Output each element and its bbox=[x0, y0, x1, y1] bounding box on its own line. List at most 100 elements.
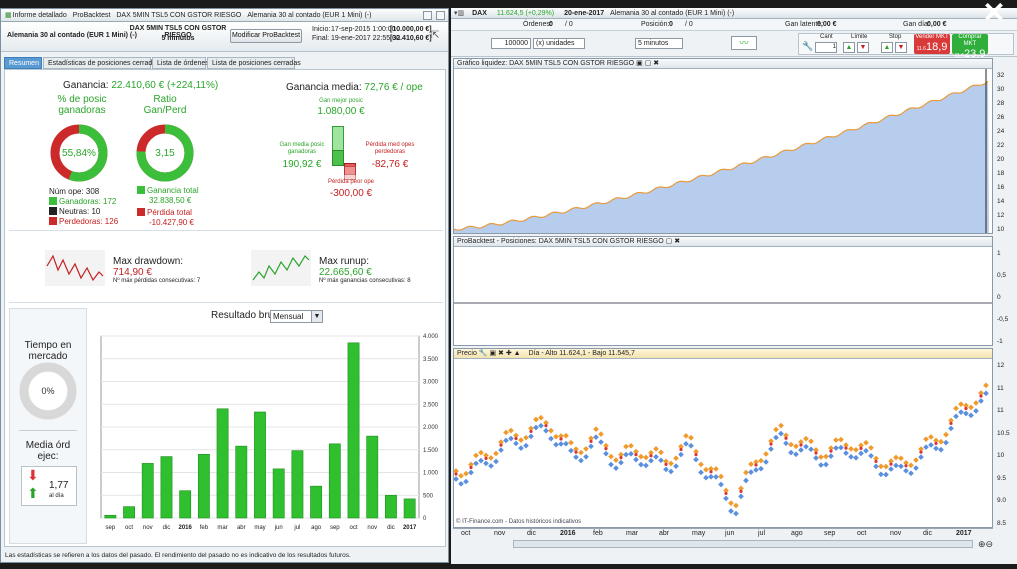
price-low-mark bbox=[673, 463, 679, 470]
strategy-timeframe: 5 minutos bbox=[161, 35, 195, 42]
modify-probacktest-button[interactable]: Modificar ProBacktest bbox=[230, 29, 302, 43]
close-icon[interactable]: ✕ bbox=[981, 0, 1007, 27]
equity-panel-tools-icon[interactable]: ▣ ▢ ✖ bbox=[636, 60, 659, 67]
wrench-icon[interactable]: 🔧 bbox=[802, 41, 813, 52]
price-high-mark bbox=[563, 432, 569, 439]
price-low-mark bbox=[873, 463, 879, 470]
best-label: Gan mejor posic bbox=[319, 98, 363, 104]
ratio-label: Ratio Gan/Perd bbox=[143, 94, 187, 116]
y-axis-label: 26 bbox=[997, 114, 1005, 121]
price-low-mark bbox=[548, 435, 554, 442]
sell-market-button[interactable]: Vender MKT 11.618,9 bbox=[914, 34, 950, 54]
bar bbox=[179, 490, 192, 519]
price-low-mark bbox=[778, 430, 784, 437]
price-low-mark bbox=[798, 447, 804, 453]
y-axis-label: 16 bbox=[997, 184, 1005, 191]
title-item-report[interactable]: Informe detallado bbox=[13, 12, 67, 19]
zoom-icons[interactable]: ⊕⊖ bbox=[978, 539, 993, 550]
price-high-mark bbox=[773, 426, 779, 433]
time-tick-label: feb bbox=[593, 530, 603, 537]
price-low-mark bbox=[793, 451, 799, 458]
period-select[interactable]: Mensual ▼ bbox=[270, 310, 323, 323]
horizontal-scrollbar[interactable] bbox=[513, 540, 973, 548]
price-low-mark bbox=[838, 444, 844, 451]
x-tick-label: nov bbox=[143, 525, 153, 531]
price-low-mark bbox=[753, 467, 759, 473]
price-close-mark bbox=[949, 421, 953, 425]
stop-sell-icon[interactable]: ▼ bbox=[895, 42, 907, 53]
time-market-value: 0% bbox=[41, 386, 54, 396]
positions-panel-tools-icon[interactable]: ▢ ✖ bbox=[666, 238, 680, 245]
stop-label: Stop bbox=[889, 34, 902, 40]
price-y-axis: 12 11 11 10.5 10 9.5 9.0 8.5 bbox=[994, 358, 1016, 528]
price-high-mark bbox=[478, 449, 484, 456]
price-panel-tools-icon[interactable]: 🔧 ▣ ✖ ✚ ▲ bbox=[479, 350, 521, 357]
price-panel-info: Día - Alto 11.624,1 - Bajo 11.545,7 bbox=[528, 350, 635, 357]
limit-buy-icon[interactable]: ▲ bbox=[843, 42, 855, 53]
price-low-mark bbox=[853, 454, 859, 461]
price-close-mark bbox=[589, 439, 593, 443]
price-low-mark bbox=[723, 495, 729, 502]
quantity-input[interactable]: 100000 bbox=[491, 38, 531, 49]
price-high-mark bbox=[593, 426, 599, 432]
price-low-mark bbox=[633, 456, 639, 463]
price-low-mark bbox=[473, 460, 479, 467]
tab-closed-stats[interactable]: Estadísticas de posiciones cerradas bbox=[43, 57, 160, 69]
tab-summary[interactable]: Resumen bbox=[4, 57, 42, 69]
buy-market-button[interactable]: Comprar MKT 11.623,9 bbox=[952, 34, 988, 60]
price-low-mark bbox=[533, 424, 539, 431]
stop-buy-icon[interactable]: ▲ bbox=[881, 42, 893, 53]
tab-orders[interactable]: Lista de órdenes bbox=[152, 57, 209, 69]
price-high-mark bbox=[713, 466, 719, 472]
winning-pct-label: % de posic ganadoras bbox=[57, 94, 107, 116]
units-select[interactable]: (x) unidades bbox=[533, 38, 585, 49]
price-low-mark bbox=[618, 459, 624, 466]
chart-menu-icon[interactable]: ▾▥ bbox=[454, 10, 464, 17]
gain-summary: Ganancia: 22.410,60 € (+224,11%) bbox=[63, 80, 218, 91]
export-icon[interactable]: ⇱ bbox=[431, 30, 439, 41]
neutral-row: Neutras: 10 bbox=[49, 207, 118, 217]
y-tick-label: 3.000 bbox=[423, 380, 439, 386]
price-low-mark bbox=[513, 440, 519, 447]
winning-pct-donut: 55,84% bbox=[50, 124, 108, 182]
chart-type-icon[interactable]: 〰 bbox=[731, 36, 757, 50]
bar bbox=[328, 443, 341, 519]
max-losses: Nº máx pérdidas consecutivas: 7 bbox=[113, 278, 201, 284]
price-high-mark bbox=[853, 446, 859, 453]
title-item-probacktest[interactable]: ProBacktest bbox=[73, 12, 111, 19]
title-item-strategy[interactable]: DAX 5MIN TSL5 CON GSTOR RIESGO bbox=[116, 12, 241, 19]
price-low-mark bbox=[863, 447, 869, 454]
price-low-mark bbox=[588, 443, 594, 450]
limit-sell-icon[interactable]: ▼ bbox=[857, 42, 869, 53]
price-low-mark bbox=[593, 434, 599, 440]
price-close-mark bbox=[454, 472, 458, 476]
price-low-mark bbox=[833, 445, 839, 451]
price-close-mark bbox=[544, 424, 548, 428]
time-tick-label: sep bbox=[824, 530, 836, 537]
time-tick-label: oct bbox=[857, 530, 867, 537]
time-tick-label: 2016 bbox=[560, 530, 576, 537]
price-low-mark bbox=[483, 460, 489, 467]
interval-select[interactable]: 5 minutos bbox=[635, 38, 683, 49]
price-low-mark bbox=[693, 456, 699, 463]
cant-input[interactable]: 1 bbox=[815, 42, 837, 53]
tab-closed-positions[interactable]: Lista de posiciones cerradas bbox=[207, 57, 301, 69]
minimize-button[interactable] bbox=[423, 10, 432, 20]
losers-swatch bbox=[49, 217, 57, 225]
price-low-mark bbox=[898, 463, 904, 470]
title-item-instrument[interactable]: Alemania 30 al contado (EUR 1 Mini) (-) bbox=[247, 12, 371, 19]
losers-count: Perdedoras: 126 bbox=[59, 217, 119, 226]
max-runup-label: Max runup: bbox=[319, 256, 370, 267]
price-high-mark bbox=[548, 427, 554, 434]
price-low-mark bbox=[508, 435, 514, 442]
price-low-mark bbox=[668, 468, 674, 475]
time-axis: oct nov dic 2016 feb mar abr may jun jul ago sep oct… bbox=[453, 528, 993, 540]
price-close-mark bbox=[799, 443, 803, 447]
chevron-down-icon: ▼ bbox=[311, 311, 322, 322]
close-window-button[interactable] bbox=[436, 10, 445, 20]
price-low-mark bbox=[958, 409, 964, 415]
price-close-mark bbox=[979, 394, 983, 398]
bar bbox=[160, 456, 173, 519]
price-high-mark bbox=[643, 454, 649, 461]
y-axis-label: 12 bbox=[997, 362, 1005, 369]
